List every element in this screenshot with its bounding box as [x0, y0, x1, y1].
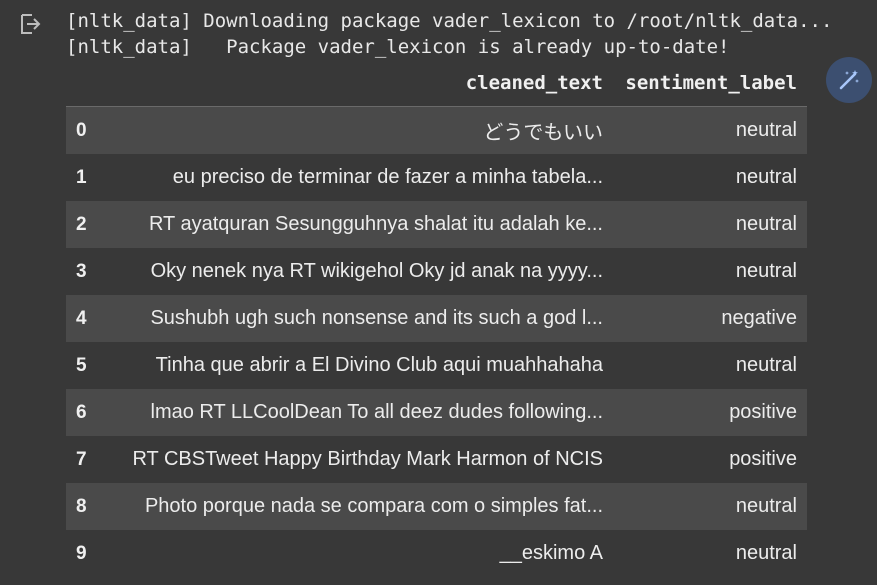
sentiment-label-cell: positive: [613, 436, 807, 483]
cleaned-text-cell: lmao RT LLCoolDean To all deez dudes fol…: [102, 389, 613, 436]
cleaned-text-cell: Photo porque nada se compara com o simpl…: [102, 483, 613, 530]
row-index: 7: [66, 436, 102, 483]
column-header-sentiment-label: sentiment_label: [613, 60, 807, 107]
table-row: 5 Tinha que abrir a El Divino Club aqui …: [66, 342, 807, 389]
row-index: 1: [66, 154, 102, 201]
table-row: 1 eu preciso de terminar de fazer a minh…: [66, 154, 807, 201]
cleaned-text-cell: Sushubh ugh such nonsense and its such a…: [102, 295, 613, 342]
row-index: 2: [66, 201, 102, 248]
table-row: 9 __eskimo A neutral: [66, 530, 807, 577]
table-row: 6 lmao RT LLCoolDean To all deez dudes f…: [66, 389, 807, 436]
output-stream: [nltk_data] Downloading package vader_le…: [66, 8, 832, 60]
sentiment-label-cell: neutral: [613, 483, 807, 530]
output-redirect-icon: [18, 12, 42, 36]
sentiment-label-cell: neutral: [613, 248, 807, 295]
sentiment-label-cell: negative: [613, 295, 807, 342]
sentiment-label-cell: neutral: [613, 154, 807, 201]
output-line: [nltk_data] Downloading package vader_le…: [66, 10, 833, 32]
dataframe-table: cleaned_text sentiment_label 0 どうでもいい ne…: [66, 60, 807, 577]
table-row: 7 RT CBSTweet Happy Birthday Mark Harmon…: [66, 436, 807, 483]
sentiment-label-cell: neutral: [613, 530, 807, 577]
cleaned-text-cell: RT CBSTweet Happy Birthday Mark Harmon o…: [102, 436, 613, 483]
row-index: 4: [66, 295, 102, 342]
cleaned-text-cell: どうでもいい: [102, 106, 613, 154]
sentiment-label-cell: positive: [613, 389, 807, 436]
sentiment-label-cell: neutral: [613, 106, 807, 154]
output-line: [nltk_data] Package vader_lexicon is alr…: [66, 36, 730, 58]
cleaned-text-cell: Oky nenek nya RT wikigehol Oky jd anak n…: [102, 248, 613, 295]
cleaned-text-cell: Tinha que abrir a El Divino Club aqui mu…: [102, 342, 613, 389]
table-row: 4 Sushubh ugh such nonsense and its such…: [66, 295, 807, 342]
column-header-index: [66, 60, 102, 107]
table-row: 3 Oky nenek nya RT wikigehol Oky jd anak…: [66, 248, 807, 295]
cleaned-text-cell: eu preciso de terminar de fazer a minha …: [102, 154, 613, 201]
row-index: 3: [66, 248, 102, 295]
table-header-row: cleaned_text sentiment_label: [66, 60, 807, 107]
table-row: 0 どうでもいい neutral: [66, 106, 807, 154]
table-row: 2 RT ayatquran Sesungguhnya shalat itu a…: [66, 201, 807, 248]
row-index: 8: [66, 483, 102, 530]
sentiment-label-cell: neutral: [613, 342, 807, 389]
table-row: 8 Photo porque nada se compara com o sim…: [66, 483, 807, 530]
column-header-cleaned-text: cleaned_text: [102, 60, 613, 107]
row-index: 0: [66, 106, 102, 154]
cleaned-text-cell: RT ayatquran Sesungguhnya shalat itu ada…: [102, 201, 613, 248]
row-index: 5: [66, 342, 102, 389]
magic-wand-icon: [839, 70, 859, 90]
row-index: 9: [66, 530, 102, 577]
sentiment-label-cell: neutral: [613, 201, 807, 248]
cleaned-text-cell: __eskimo A: [102, 530, 613, 577]
row-index: 6: [66, 389, 102, 436]
magic-wand-button[interactable]: [826, 57, 872, 103]
